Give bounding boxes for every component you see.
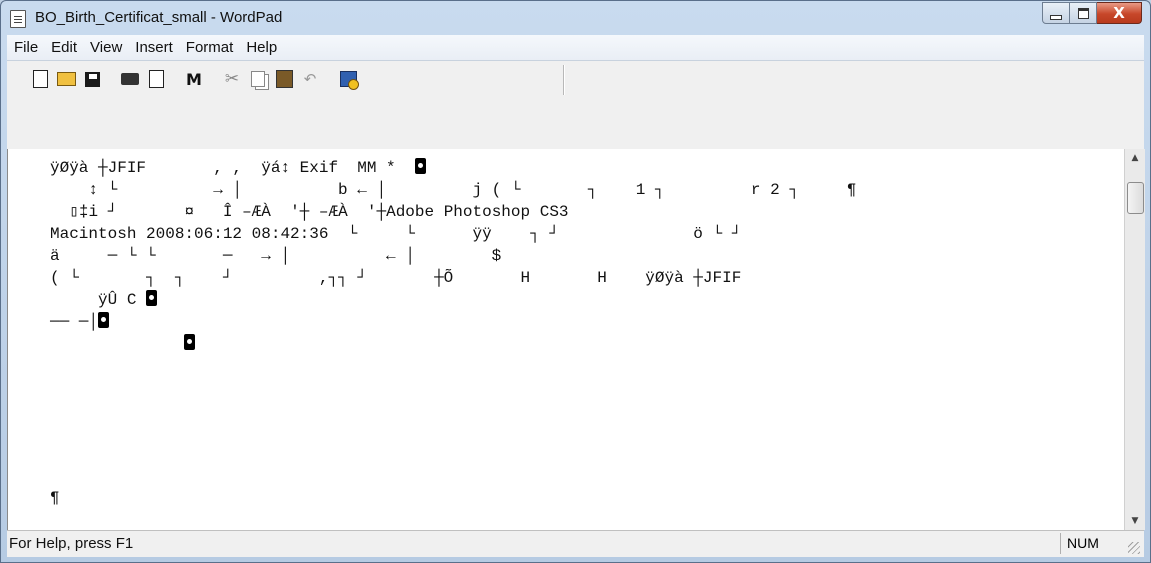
unknown-glyph-block [414, 158, 426, 174]
scissors-icon: ✂ [224, 69, 240, 89]
open-button[interactable] [55, 68, 77, 90]
paste-button[interactable] [273, 68, 295, 90]
scroll-thumb[interactable] [1127, 182, 1144, 214]
minimize-button[interactable] [1042, 2, 1070, 24]
num-lock-indicator: NUM [1060, 533, 1114, 554]
print-button[interactable] [119, 68, 141, 90]
save-disk-icon [84, 71, 100, 87]
scroll-up-button[interactable]: ▲ [1125, 149, 1145, 167]
unknown-glyph-block [184, 334, 196, 350]
wordpad-app-icon[interactable] [10, 10, 26, 28]
unknown-glyph-block [98, 312, 110, 328]
scroll-down-icon: ▼ [1131, 516, 1139, 526]
new-document-icon [32, 70, 48, 88]
document-line: Macintosh 2008:06:12 08:42:36 └ └ ÿÿ ┐ ┘… [50, 225, 742, 243]
copy-icon [251, 71, 265, 87]
save-button[interactable] [81, 68, 103, 90]
close-button[interactable]: X [1097, 2, 1142, 24]
status-bar: For Help, press F1 NUM [7, 530, 1144, 557]
title-bar[interactable]: BO_Birth_Certificat_small - WordPad X [1, 1, 1150, 35]
menu-view[interactable]: View [85, 39, 127, 56]
document-line: ÿÛ C [50, 289, 158, 311]
document-line: ── ─│ [50, 311, 110, 333]
window-title: BO_Birth_Certificat_small - WordPad [35, 9, 283, 26]
menu-edit[interactable]: Edit [46, 39, 82, 56]
open-folder-icon [56, 72, 76, 86]
document-line: ↕ └ → │ b ← │ j ( └ ┐ 1 ┐ r 2 ┐ ¶ [50, 181, 857, 199]
scroll-up-icon: ▲ [1131, 153, 1139, 163]
undo-icon: ↶ [303, 70, 317, 88]
toolbar-row: M ✂ ↶ [7, 61, 359, 97]
document-line: ÿØÿà ┼JFIF , , ÿá↕ Exif MM * [50, 157, 426, 179]
menu-file[interactable]: File [9, 39, 43, 56]
maximize-button[interactable] [1070, 2, 1097, 24]
vertical-scrollbar[interactable]: ▲ ▼ [1124, 149, 1145, 530]
print-preview-icon [148, 70, 164, 88]
toolbar: M ✂ ↶ [7, 61, 1144, 150]
close-icon: X [1113, 4, 1125, 22]
toolbar-divider [563, 65, 565, 95]
document-line: ▯‡i ┘ ¤ Î ‒ÆÀ '┼ ‒ÆÀ '┼Adobe Photoshop C… [50, 203, 569, 221]
status-help-text: For Help, press F1 [9, 535, 134, 552]
undo-button[interactable]: ↶ [299, 68, 321, 90]
wordpad-window: BO_Birth_Certificat_small - WordPad X Fi… [0, 0, 1151, 563]
menu-help[interactable]: Help [241, 39, 282, 56]
cut-button[interactable]: ✂ [221, 68, 243, 90]
document-area[interactable]: ÿØÿà ┼JFIF , , ÿá↕ Exif MM * ↕ └ → │ b ←… [7, 149, 1125, 530]
clipboard-paste-icon [275, 70, 293, 88]
copy-button[interactable] [247, 68, 269, 90]
resize-grip-icon[interactable] [1128, 542, 1140, 554]
unknown-glyph-block [146, 290, 158, 306]
document-line: ( └ ┐ ┐ ┘ ,┐┐ ┘ ┼Õ H H ÿØÿà ┼JFIF [50, 269, 742, 287]
printer-icon [121, 73, 139, 85]
scroll-down-button[interactable]: ▼ [1125, 512, 1145, 530]
paragraph-mark: ¶ [50, 489, 60, 507]
menu-format[interactable]: Format [181, 39, 239, 56]
date-time-button[interactable] [337, 68, 359, 90]
document-line [50, 333, 196, 355]
minimize-icon [1050, 14, 1062, 20]
maximize-icon [1077, 7, 1089, 19]
caption-buttons: X [1042, 2, 1142, 24]
document-line: ä ─ └ └ ─ → │ ← │ $ [50, 247, 502, 265]
calendar-clock-icon [339, 71, 357, 87]
binoculars-icon: M [186, 69, 202, 89]
new-button[interactable] [29, 68, 51, 90]
menu-insert[interactable]: Insert [130, 39, 178, 56]
menu-bar: File Edit View Insert Format Help [7, 35, 1144, 61]
find-button[interactable]: M [183, 68, 205, 90]
print-preview-button[interactable] [145, 68, 167, 90]
